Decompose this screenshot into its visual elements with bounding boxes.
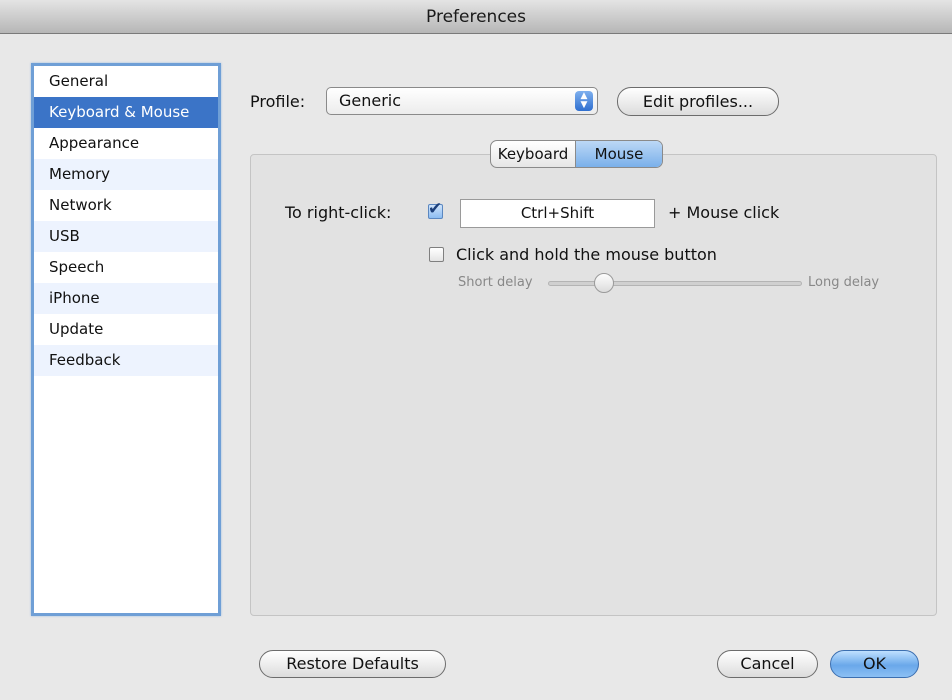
sidebar-item-iphone[interactable]: iPhone bbox=[34, 283, 218, 314]
sidebar-item-memory[interactable]: Memory bbox=[34, 159, 218, 190]
modifier-keys-field[interactable]: Ctrl+Shift bbox=[460, 199, 655, 228]
sidebar-item-speech[interactable]: Speech bbox=[34, 252, 218, 283]
right-click-checkbox[interactable]: ✔ bbox=[428, 199, 443, 219]
profile-select-value: Generic bbox=[339, 91, 402, 110]
sidebar-item-update[interactable]: Update bbox=[34, 314, 218, 345]
profile-select[interactable]: Generic ▲ ▼ bbox=[326, 87, 598, 115]
profile-label: Profile: bbox=[250, 92, 306, 111]
right-click-label: To right-click: bbox=[285, 203, 392, 222]
sidebar-item-usb[interactable]: USB bbox=[34, 221, 218, 252]
tab-keyboard[interactable]: Keyboard bbox=[491, 141, 576, 167]
select-arrows-icon: ▲ ▼ bbox=[575, 91, 593, 111]
restore-defaults-button[interactable]: Restore Defaults bbox=[259, 650, 446, 678]
ok-button[interactable]: OK bbox=[830, 650, 919, 678]
tab-bar: Keyboard Mouse bbox=[490, 140, 663, 168]
sidebar-item-network[interactable]: Network bbox=[34, 190, 218, 221]
sidebar-item-appearance[interactable]: Appearance bbox=[34, 128, 218, 159]
mouse-click-label: + Mouse click bbox=[668, 203, 780, 222]
checkmark-icon: ✔ bbox=[428, 199, 443, 219]
sidebar: General Keyboard & Mouse Appearance Memo… bbox=[31, 63, 221, 616]
click-and-hold-checkbox[interactable] bbox=[429, 247, 444, 262]
cancel-button[interactable]: Cancel bbox=[717, 650, 818, 678]
sidebar-item-keyboard-mouse[interactable]: Keyboard & Mouse bbox=[34, 97, 218, 128]
slider-min-label: Short delay bbox=[458, 275, 533, 290]
click-and-hold-label: Click and hold the mouse button bbox=[456, 245, 717, 264]
sidebar-item-general[interactable]: General bbox=[34, 66, 218, 97]
slider-max-label: Long delay bbox=[808, 275, 880, 290]
delay-slider-thumb[interactable] bbox=[593, 273, 614, 293]
sidebar-item-feedback[interactable]: Feedback bbox=[34, 345, 218, 376]
window-title: Preferences bbox=[0, 0, 952, 34]
delay-slider-track[interactable] bbox=[548, 281, 802, 286]
tab-mouse[interactable]: Mouse bbox=[576, 141, 662, 167]
edit-profiles-button[interactable]: Edit profiles... bbox=[617, 87, 779, 116]
